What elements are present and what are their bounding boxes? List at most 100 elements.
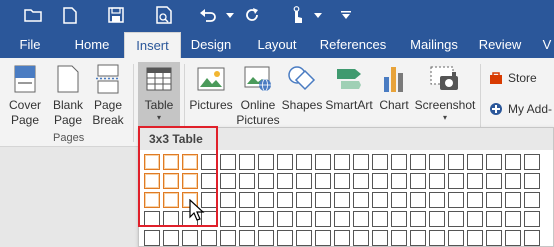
table-grid-cell[interactable] [410, 173, 426, 189]
pictures-button[interactable]: Pictures [188, 62, 234, 136]
table-grid-cell[interactable] [277, 173, 293, 189]
tab-insert[interactable]: Insert [124, 32, 181, 58]
table-grid-cell[interactable] [239, 211, 255, 227]
table-grid-cell[interactable] [277, 230, 293, 246]
redo-icon[interactable] [240, 3, 264, 27]
tab-mailings[interactable]: Mailings [402, 31, 466, 58]
customize-toolbar-icon[interactable] [334, 3, 358, 27]
table-grid-cell[interactable] [372, 211, 388, 227]
tab-references[interactable]: References [318, 31, 388, 58]
chart-button[interactable]: Chart [376, 62, 412, 136]
table-grid-cell[interactable] [391, 192, 407, 208]
table-grid-cell[interactable] [220, 173, 236, 189]
table-grid-cell[interactable] [315, 230, 331, 246]
touch-mode-dropdown-icon[interactable] [306, 3, 330, 27]
table-grid-cell[interactable] [296, 230, 312, 246]
table-grid-cell[interactable] [258, 230, 274, 246]
my-addins-button[interactable]: My Add- [489, 98, 552, 120]
table-grid-cell[interactable] [467, 230, 483, 246]
table-grid-cell[interactable] [239, 173, 255, 189]
table-grid-cell[interactable] [410, 192, 426, 208]
table-grid-cell[interactable] [239, 230, 255, 246]
table-grid-cell[interactable] [334, 154, 350, 170]
table-grid-cell[interactable] [391, 173, 407, 189]
table-grid-cell[interactable] [315, 173, 331, 189]
table-grid-cell[interactable] [429, 173, 445, 189]
table-grid-cell[interactable] [486, 192, 502, 208]
table-grid-cell[interactable] [429, 192, 445, 208]
quick-table-icon[interactable] [152, 3, 176, 27]
table-grid-cell[interactable] [163, 211, 179, 227]
table-grid-cell[interactable] [372, 230, 388, 246]
table-grid-cell[interactable] [391, 230, 407, 246]
tab-layout[interactable]: Layout [250, 31, 304, 58]
table-grid-cell[interactable] [334, 230, 350, 246]
table-grid-cell[interactable] [353, 154, 369, 170]
table-grid-cell[interactable] [391, 211, 407, 227]
table-grid-cell[interactable] [144, 192, 160, 208]
table-grid-cell[interactable] [505, 211, 521, 227]
tab-review[interactable]: Review [476, 31, 524, 58]
table-grid-cell[interactable] [448, 211, 464, 227]
table-grid-cell[interactable] [277, 192, 293, 208]
table-grid-cell[interactable] [315, 192, 331, 208]
cover-page-button[interactable]: Cover Page [4, 62, 46, 136]
table-grid-cell[interactable] [524, 192, 540, 208]
table-grid-cell[interactable] [334, 211, 350, 227]
table-grid-cell[interactable] [448, 154, 464, 170]
table-grid-cell[interactable] [296, 154, 312, 170]
table-grid-cell[interactable] [448, 192, 464, 208]
table-grid-cell[interactable] [277, 211, 293, 227]
screenshot-button[interactable]: Screenshot ▾ [414, 62, 476, 136]
table-grid-cell[interactable] [486, 230, 502, 246]
table-grid-cell[interactable] [524, 154, 540, 170]
table-grid-cell[interactable] [429, 154, 445, 170]
table-grid-cell[interactable] [353, 211, 369, 227]
table-grid-cell[interactable] [220, 230, 236, 246]
table-grid-cell[interactable] [144, 230, 160, 246]
table-grid-cell[interactable] [429, 230, 445, 246]
undo-icon[interactable] [196, 3, 220, 27]
table-grid-cell[interactable] [467, 154, 483, 170]
table-grid-cell[interactable] [391, 154, 407, 170]
open-folder-icon[interactable] [21, 3, 45, 27]
table-grid-cell[interactable] [505, 173, 521, 189]
table-grid-cell[interactable] [524, 173, 540, 189]
table-grid-cell[interactable] [201, 173, 217, 189]
table-grid-cell[interactable] [448, 230, 464, 246]
blank-page-button[interactable]: Blank Page [48, 62, 88, 136]
table-grid-cell[interactable] [296, 211, 312, 227]
table-grid-cell[interactable] [258, 211, 274, 227]
table-grid-cell[interactable] [429, 211, 445, 227]
table-grid-cell[interactable] [353, 173, 369, 189]
table-grid-cell[interactable] [258, 173, 274, 189]
table-grid-cell[interactable] [239, 192, 255, 208]
table-grid-cell[interactable] [410, 154, 426, 170]
tab-design[interactable]: Design [186, 31, 236, 58]
table-grid-cell[interactable] [372, 192, 388, 208]
store-button[interactable]: Store [489, 67, 537, 89]
table-grid-cell[interactable] [505, 230, 521, 246]
table-grid-cell[interactable] [467, 173, 483, 189]
table-grid-cell[interactable] [163, 173, 179, 189]
table-grid-cell[interactable] [486, 154, 502, 170]
table-grid-cell[interactable] [220, 154, 236, 170]
table-grid-cell[interactable] [410, 211, 426, 227]
smartart-button[interactable]: SmartArt [324, 62, 374, 136]
table-grid-cell[interactable] [258, 154, 274, 170]
table-grid-cell[interactable] [144, 173, 160, 189]
table-grid-cell[interactable] [277, 154, 293, 170]
table-grid-cell[interactable] [524, 211, 540, 227]
table-button[interactable]: Table ▾ [138, 62, 180, 131]
table-grid-cell[interactable] [372, 154, 388, 170]
table-grid-cell[interactable] [334, 192, 350, 208]
tab-file[interactable]: File [8, 31, 52, 58]
table-grid-cell[interactable] [220, 192, 236, 208]
table-grid-cell[interactable] [353, 192, 369, 208]
table-grid-cell[interactable] [201, 230, 217, 246]
table-grid-cell[interactable] [315, 154, 331, 170]
table-grid-cell[interactable] [486, 211, 502, 227]
online-pictures-button[interactable]: Online Pictures [236, 62, 280, 136]
table-grid-cell[interactable] [486, 173, 502, 189]
table-grid-cell[interactable] [258, 192, 274, 208]
